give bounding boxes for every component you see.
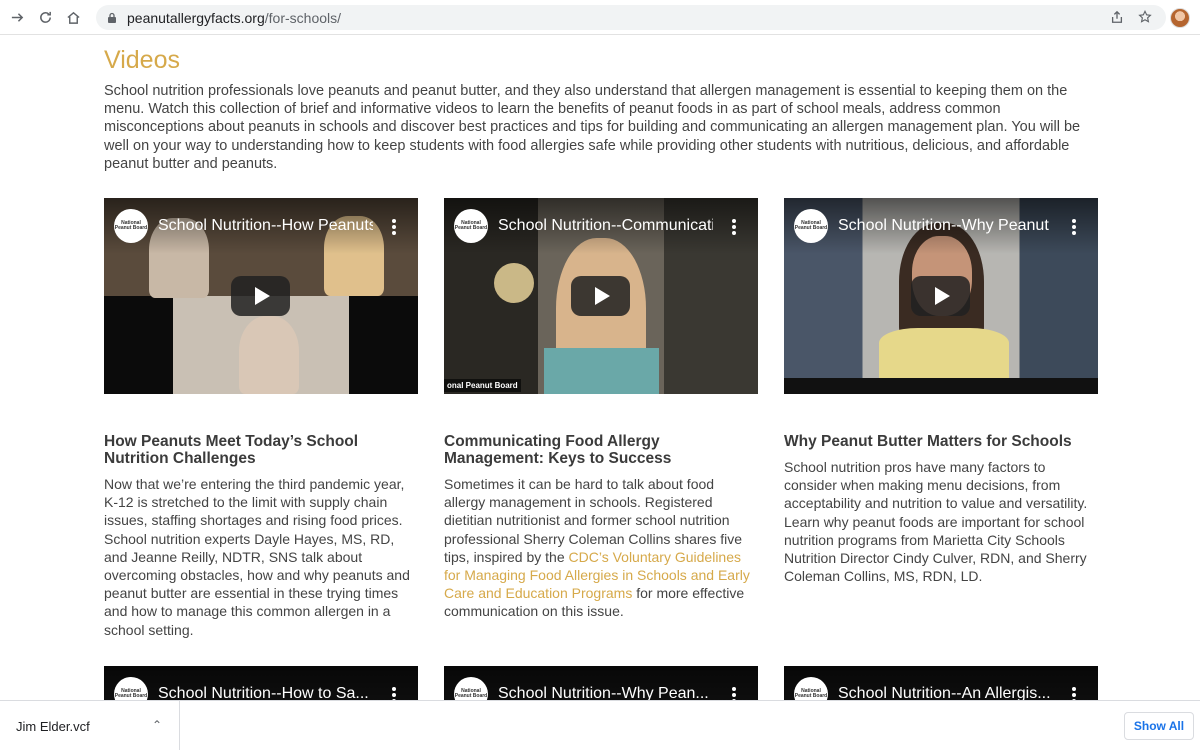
video-title[interactable]: School Nutrition--How to Sa...	[158, 685, 373, 700]
video-card-1: National Peanut Board School Nutrition--…	[104, 198, 418, 639]
card-body: School nutrition pros have many factors …	[784, 459, 1088, 585]
video-bottom-bar	[784, 378, 1098, 394]
download-file-name: Jim Elder.vcf	[16, 719, 90, 734]
video-card-2: National Peanut Board School Nutrition--…	[444, 198, 758, 621]
video-title[interactable]: School Nutrition--Communicating Food All…	[498, 217, 713, 235]
forward-button[interactable]	[6, 6, 28, 28]
card-title: Communicating Food Allergy Management: K…	[444, 433, 672, 467]
more-options-icon[interactable]	[1072, 219, 1076, 235]
shirt-thumb	[879, 328, 1009, 378]
channel-logo-text: National Peanut Board	[794, 688, 828, 699]
shirt-thumb	[544, 348, 659, 394]
profile-avatar[interactable]	[1170, 8, 1190, 28]
video-watermark: onal Peanut Board	[444, 379, 521, 392]
channel-logo-text: National Peanut Board	[114, 688, 148, 699]
card-body: Sometimes it can be hard to talk about f…	[444, 475, 758, 621]
video-title[interactable]: School Nutrition--Why Peanut Butter Matt…	[838, 217, 1053, 235]
video-player-6[interactable]: National Peanut Board School Nutrition--…	[784, 666, 1098, 700]
video-player-3[interactable]: National Peanut Board School Nutrition--…	[784, 198, 1098, 394]
play-button[interactable]	[231, 276, 290, 316]
more-options-icon[interactable]	[732, 219, 736, 235]
channel-logo-text: National Peanut Board	[794, 220, 828, 231]
channel-logo-text: National Peanut Board	[454, 220, 488, 231]
bookmark-star-icon[interactable]	[1138, 10, 1152, 24]
home-icon	[66, 11, 80, 24]
more-options-icon[interactable]	[392, 687, 396, 700]
video-title[interactable]: School Nutrition--Why Pean...	[498, 685, 713, 700]
url-text: peanutallergyfacts.org/for-schools/	[127, 10, 341, 26]
download-bar: Jim Elder.vcf ⌃ Show All	[0, 700, 1200, 750]
video-player-1[interactable]: National Peanut Board School Nutrition--…	[104, 198, 418, 394]
download-item[interactable]: Jim Elder.vcf ⌃	[0, 701, 180, 750]
omnibox-actions	[1110, 10, 1152, 24]
lock-icon	[106, 12, 118, 24]
url-path: /for-schools/	[264, 9, 342, 26]
url-domain: peanutallergyfacts.org	[127, 9, 265, 26]
card-body: Now that we’re entering the third pandem…	[104, 476, 410, 638]
share-icon[interactable]	[1110, 10, 1124, 24]
card-title: How Peanuts Meet Today’s School Nutritio…	[104, 433, 359, 467]
reload-button[interactable]	[34, 6, 56, 28]
channel-logo-text: National Peanut Board	[454, 688, 488, 699]
more-options-icon[interactable]	[392, 219, 396, 235]
videos-heading: Videos	[104, 46, 180, 74]
channel-logo-text: National Peanut Board	[114, 220, 148, 231]
channel-logo[interactable]: National Peanut Board	[114, 209, 148, 243]
card-title: Why Peanut Butter Matters for Schools	[784, 433, 1072, 450]
video-card-3: National Peanut Board School Nutrition--…	[784, 198, 1098, 585]
video-player-2[interactable]: National Peanut Board School Nutrition--…	[444, 198, 758, 394]
channel-logo[interactable]: National Peanut Board	[454, 209, 488, 243]
reload-icon	[39, 11, 51, 23]
chevron-up-icon[interactable]: ⌃	[152, 718, 162, 732]
home-button[interactable]	[62, 6, 84, 28]
more-options-icon[interactable]	[1072, 687, 1076, 700]
intro-paragraph: School nutrition professionals love pean…	[104, 83, 1081, 172]
play-button[interactable]	[911, 276, 970, 316]
video-player-5[interactable]: National Peanut Board School Nutrition--…	[444, 666, 758, 700]
play-button[interactable]	[571, 276, 630, 316]
channel-logo[interactable]: National Peanut Board	[794, 209, 828, 243]
more-options-icon[interactable]	[732, 687, 736, 700]
page-content: Videos School nutrition professionals lo…	[0, 36, 1200, 700]
video-title[interactable]: School Nutrition--An Allergis...	[838, 685, 1053, 700]
lamp-thumb	[494, 263, 534, 303]
video-title[interactable]: School Nutrition--How Peanuts Meet Today…	[158, 217, 373, 235]
arrow-right-icon	[11, 12, 23, 22]
address-bar[interactable]: peanutallergyfacts.org/for-schools/	[96, 5, 1166, 30]
browser-toolbar: peanutallergyfacts.org/for-schools/	[0, 0, 1200, 35]
video-player-4[interactable]: National Peanut Board School Nutrition--…	[104, 666, 418, 700]
person-3-thumb	[239, 316, 299, 394]
show-all-button[interactable]: Show All	[1124, 712, 1194, 740]
